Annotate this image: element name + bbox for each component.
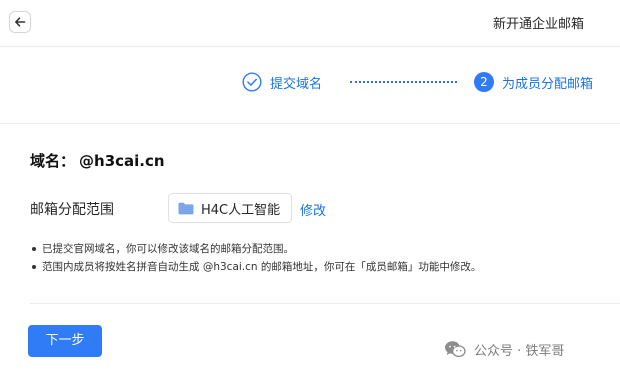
watermark: 公众号 · 铁军哥: [444, 339, 564, 359]
note-item: 范围内成员将按姓名拼音自动生成 @h3cai.cn 的邮箱地址，你可在「成员邮箱…: [30, 258, 481, 276]
divider: [30, 303, 620, 304]
department-name: H4C人工智能: [201, 202, 281, 218]
watermark-text: 公众号 · 铁军哥: [474, 343, 565, 359]
step-indicator: 提交域名 2 为成员分配邮箱: [0, 46, 620, 124]
domain-label: 域名：: [30, 152, 76, 170]
edit-scope-link[interactable]: 修改: [300, 200, 326, 219]
step-connector: [350, 81, 457, 83]
domain-row: 域名： @h3cai.cn: [30, 150, 165, 171]
step-2-label: 为成员分配邮箱: [502, 77, 594, 92]
back-button[interactable]: [9, 11, 31, 33]
scope-label: 邮箱分配范围: [30, 202, 114, 218]
step-1-label: 提交域名: [270, 77, 323, 92]
check-circle-icon: [242, 72, 262, 92]
page-title: 新开通企业邮箱: [492, 17, 584, 32]
department-selector[interactable]: H4C人工智能: [168, 193, 292, 223]
notes-list: 已提交官网域名，你可以修改该域名的邮箱分配范围。 范围内成员将按姓名拼音自动生成…: [30, 240, 481, 276]
wechat-icon: [445, 341, 466, 358]
step-2-number: 2: [474, 72, 494, 92]
domain-value: @h3cai.cn: [79, 152, 165, 170]
folder-icon: [178, 202, 194, 214]
note-item: 已提交官网域名，你可以修改该域名的邮箱分配范围。: [30, 240, 481, 258]
next-step-button[interactable]: 下一步: [28, 325, 102, 357]
arrow-left-icon: [15, 17, 26, 27]
header-bar: 新开通企业邮箱: [0, 0, 620, 47]
